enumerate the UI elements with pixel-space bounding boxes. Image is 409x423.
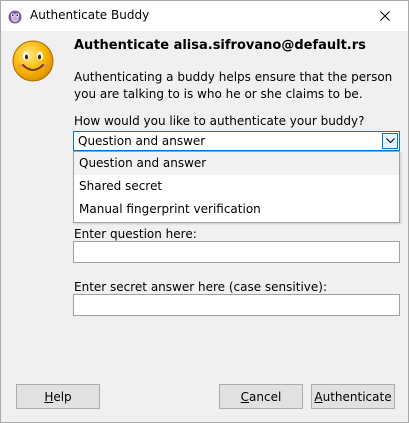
method-dropdown-list: Question and answer Shared secret Manual… xyxy=(73,151,400,223)
title-bar[interactable]: Authenticate Buddy xyxy=(1,1,408,31)
cancel-label: ancel xyxy=(249,389,282,404)
close-button[interactable] xyxy=(362,1,408,31)
window-title: Authenticate Buddy xyxy=(30,8,150,22)
authenticate-button[interactable]: Authenticate xyxy=(311,384,395,409)
question-label: Enter question here: xyxy=(74,227,197,241)
answer-label: Enter secret answer here (case sensitive… xyxy=(74,280,327,294)
cancel-button[interactable]: Cancel xyxy=(219,384,303,409)
cancel-mnemonic: C xyxy=(240,389,250,404)
help-button[interactable]: Help xyxy=(16,384,100,409)
dialog-heading: Authenticate alisa.sifrovano@default.rs xyxy=(74,38,366,53)
option-question-and-answer[interactable]: Question and answer xyxy=(74,152,399,175)
question-input[interactable] xyxy=(73,241,400,263)
close-icon xyxy=(380,11,390,21)
help-mnemonic: H xyxy=(44,389,54,404)
combo-dropdown-button[interactable] xyxy=(382,133,398,149)
pidgin-app-icon xyxy=(8,10,22,24)
help-label: elp xyxy=(53,389,72,404)
option-shared-secret[interactable]: Shared secret xyxy=(74,175,399,198)
option-manual-fingerprint[interactable]: Manual fingerprint verification xyxy=(74,198,399,221)
authenticate-label: uthenticate xyxy=(322,389,392,404)
authenticate-mnemonic: A xyxy=(314,389,323,404)
smiley-face-icon xyxy=(12,40,54,82)
chevron-down-icon xyxy=(385,138,395,144)
method-selected-value: Question and answer xyxy=(78,134,206,148)
answer-input[interactable] xyxy=(73,294,400,316)
dialog-description: Authenticating a buddy helps ensure that… xyxy=(74,70,393,101)
authenticate-buddy-dialog: Authenticate Buddy Authenticate alisa.si… xyxy=(0,0,409,423)
method-label: How would you like to authenticate your … xyxy=(74,114,365,128)
method-combobox[interactable]: Question and answer xyxy=(73,131,400,151)
